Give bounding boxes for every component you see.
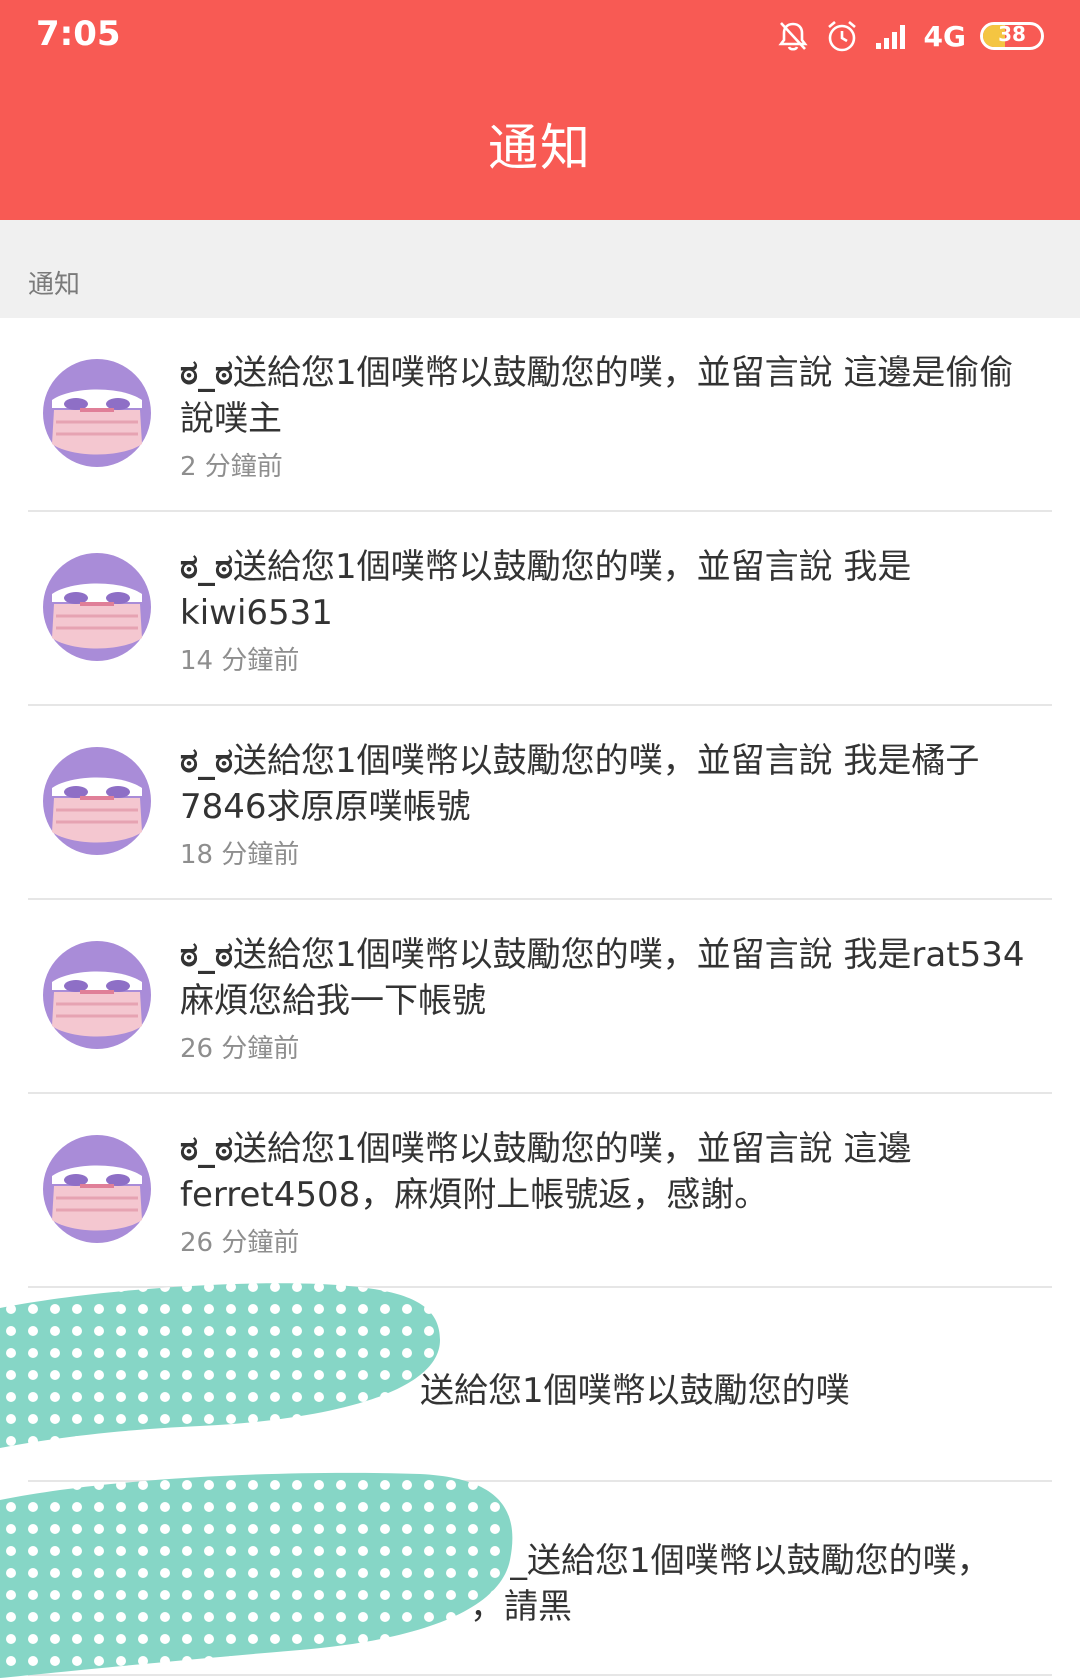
notification-item[interactable]: ಠ_ಠ送給您1個噗幣以鼓勵您的噗，並留言說 我是橘子7846求原原噗帳號 18 … — [0, 706, 1080, 900]
notification-message: 送給您1個噗幣以鼓勵您的噗，並留言說 我是rat534 麻煩您給我一下帳號 — [180, 935, 1025, 1021]
avatar[interactable] — [42, 940, 152, 1050]
notification-message: 送給您1個噗幣以鼓勵您的噗，並留言說 這邊是偷偷說噗主 — [180, 353, 1014, 439]
notification-message: 送給您1個噗幣以鼓勵您的噗，並留言說 這邊ferret4508，麻煩附上帳號返，… — [180, 1129, 912, 1215]
notification-text: ಠ_ಠ送給您1個噗幣以鼓勵您的噗，並留言說 我是橘子7846求原原噗帳號 — [180, 738, 1040, 830]
battery-level: 38 — [998, 22, 1026, 46]
notification-message: 送給您1個噗幣以鼓勵您的噗，並留言說 我是橘子7846求原原噗帳號 — [180, 741, 980, 827]
notification-text: ಠ_ಠ送給您1個噗幣以鼓勵您的噗，並留言說 這邊ferret4508，麻煩附上帳… — [180, 1126, 1040, 1218]
status-icons: 4G 38 — [776, 14, 1044, 58]
notification-sender[interactable]: ಠ_ಠ — [180, 547, 233, 587]
notification-item[interactable]: 送給您1個噗幣以鼓勵您的噗 — [0, 1288, 1080, 1482]
notification-message: 送給您1個噗幣以鼓勵您的噗，並留言說 我是kiwi6531 — [180, 547, 912, 633]
notification-sender[interactable]: ಠ_ಠ — [180, 935, 233, 975]
notification-message: _送給您1個噗幣以鼓勵您的噗， — [510, 1541, 991, 1581]
notification-item[interactable]: ಠ_ಠ送給您1個噗幣以鼓勵您的噗，並留言說 我是kiwi6531 14 分鐘前 — [0, 512, 1080, 706]
notification-time: 26 分鐘前 — [180, 1034, 300, 1064]
notification-item[interactable]: ಠ_ಠ送給您1個噗幣以鼓勵您的噗，並留言說 這邊是偷偷說噗主 2 分鐘前 — [0, 318, 1080, 512]
notification-list: ಠ_ಠ送給您1個噗幣以鼓勵您的噗，並留言說 這邊是偷偷說噗主 2 分鐘前 ಠ_ಠ… — [0, 318, 1080, 1676]
notification-message: 送給您1個噗幣以鼓勵您的噗 — [420, 1371, 850, 1411]
section-label: 通知 — [28, 270, 81, 300]
avatar[interactable] — [42, 1134, 152, 1244]
notification-item[interactable]: _送給您1個噗幣以鼓勵您的噗， ，請黑 — [0, 1482, 1080, 1676]
notification-sender[interactable]: ಠ_ಠ — [180, 1129, 233, 1169]
notification-sender[interactable]: ಠ_ಠ — [180, 741, 233, 781]
app-header: 7:05 4G 38 通知 — [0, 0, 1080, 220]
avatar[interactable] — [42, 552, 152, 662]
notification-time: 14 分鐘前 — [180, 646, 300, 676]
avatar[interactable] — [42, 746, 152, 856]
alarm-icon — [824, 18, 860, 54]
battery-icon: 38 — [980, 22, 1044, 50]
notifications-off-icon — [776, 19, 810, 53]
notifications-screen: 7:05 4G 38 通知 通知 ಠ_ಠ送給您1個噗幣以鼓勵您的噗，並留言說 這… — [0, 0, 1080, 1678]
page-title: 通知 — [488, 119, 592, 177]
notification-message-line2: ，請黑 — [470, 1587, 572, 1627]
notification-item[interactable]: ಠ_ಠ送給您1個噗幣以鼓勵您的噗，並留言說 我是rat534 麻煩您給我一下帳號… — [0, 900, 1080, 1094]
network-type: 4G — [923, 19, 966, 53]
avatar[interactable] — [42, 358, 152, 468]
notification-item[interactable]: ಠ_ಠ送給您1個噗幣以鼓勵您的噗，並留言說 這邊ferret4508，麻煩附上帳… — [0, 1094, 1080, 1288]
notification-time: 2 分鐘前 — [180, 452, 283, 482]
notification-time: 18 分鐘前 — [180, 840, 300, 870]
notification-text: ಠ_ಠ送給您1個噗幣以鼓勵您的噗，並留言說 這邊是偷偷說噗主 — [180, 350, 1040, 442]
status-time: 7:05 — [36, 14, 121, 54]
section-header: 通知 — [0, 220, 1080, 318]
notification-time: 26 分鐘前 — [180, 1228, 300, 1258]
notification-text: ಠ_ಠ送給您1個噗幣以鼓勵您的噗，並留言說 我是rat534 麻煩您給我一下帳號 — [180, 932, 1040, 1024]
signal-icon — [874, 21, 910, 51]
notification-sender[interactable]: ಠ_ಠ — [180, 353, 233, 393]
notification-text: ಠ_ಠ送給您1個噗幣以鼓勵您的噗，並留言說 我是kiwi6531 — [180, 544, 1040, 636]
